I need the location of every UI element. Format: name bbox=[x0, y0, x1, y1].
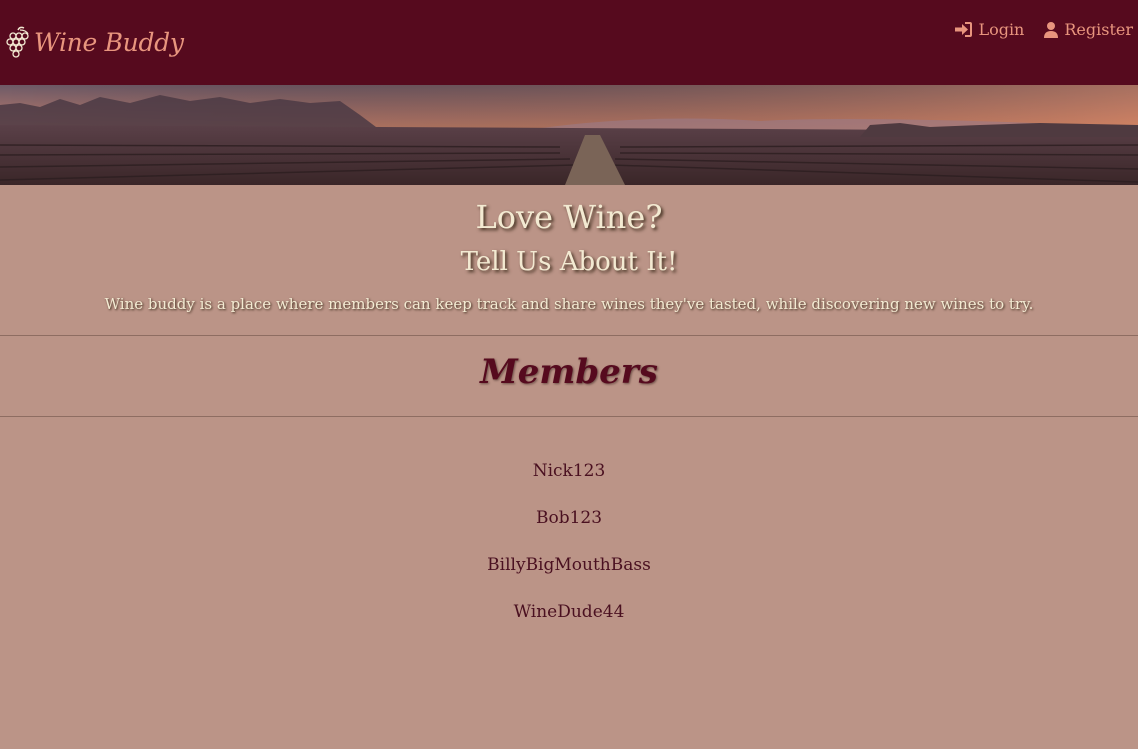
user-icon bbox=[1044, 21, 1059, 38]
navbar: Wine Buddy Login Register bbox=[0, 0, 1138, 85]
hero-description: Wine buddy is a place where members can … bbox=[104, 295, 1034, 313]
members-heading: Members bbox=[480, 352, 658, 392]
grapes-icon bbox=[6, 26, 29, 58]
member-item[interactable]: Nick123 bbox=[0, 455, 1138, 502]
hero-subtitle: Tell Us About It! bbox=[460, 247, 678, 277]
login-label: Login bbox=[978, 20, 1025, 39]
members-list: Nick123 Bob123 BillyBigMouthBass WineDud… bbox=[0, 455, 1138, 643]
divider-bottom bbox=[0, 416, 1138, 417]
member-item[interactable]: WineDude44 bbox=[0, 596, 1138, 643]
vineyard-banner-image bbox=[0, 85, 1138, 185]
divider-top bbox=[0, 335, 1138, 336]
register-label: Register bbox=[1064, 20, 1133, 39]
nav-links: Login Register bbox=[935, 20, 1133, 39]
brand-link[interactable]: Wine Buddy bbox=[6, 22, 184, 62]
brand-name: Wine Buddy bbox=[34, 27, 184, 57]
login-icon bbox=[955, 22, 973, 37]
hero-title: Love Wine? bbox=[475, 198, 663, 236]
register-link[interactable]: Register bbox=[1044, 20, 1133, 39]
member-item[interactable]: Bob123 bbox=[0, 502, 1138, 549]
member-item[interactable]: BillyBigMouthBass bbox=[0, 549, 1138, 596]
login-link[interactable]: Login bbox=[955, 20, 1024, 39]
